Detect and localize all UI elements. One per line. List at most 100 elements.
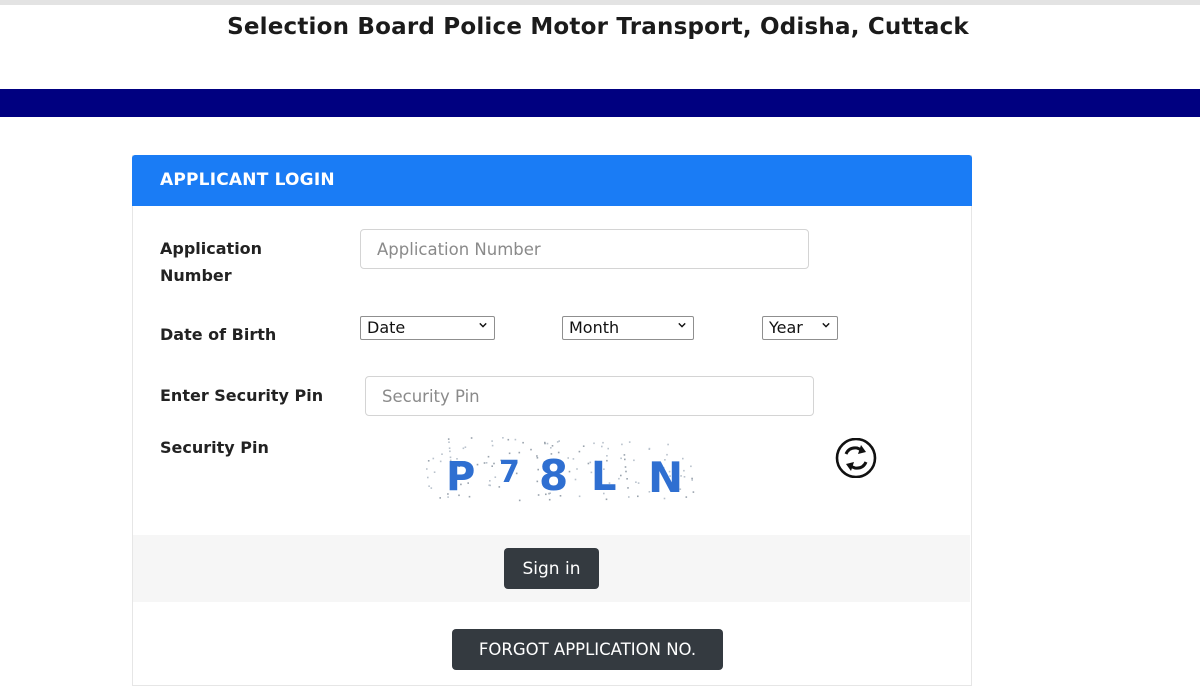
captcha-noise-dot bbox=[568, 470, 571, 473]
captcha-noise-dot bbox=[439, 497, 441, 499]
captcha-noise-dot bbox=[692, 491, 695, 493]
chevron-down-icon bbox=[479, 322, 487, 328]
captcha-noise-dot bbox=[625, 470, 627, 473]
captcha-noise-dot bbox=[587, 462, 590, 465]
captcha-image: P78LN bbox=[426, 437, 695, 502]
captcha-noise-dot bbox=[690, 465, 692, 468]
captcha-noise-dot bbox=[489, 480, 491, 482]
month-select[interactable]: Month bbox=[562, 316, 694, 340]
security-pin-input-label: Enter Security Pin bbox=[160, 386, 324, 405]
card-header: APPLICANT LOGIN bbox=[132, 155, 972, 206]
captcha-noise-dot bbox=[601, 445, 603, 448]
captcha-noise-dot bbox=[448, 447, 451, 449]
application-number-label-line1: Application bbox=[160, 239, 263, 258]
captcha-noise-dot bbox=[685, 496, 688, 498]
application-number-input[interactable] bbox=[360, 229, 809, 269]
captcha-noise-dot bbox=[635, 481, 637, 483]
application-number-label: Application Number bbox=[160, 235, 262, 289]
captcha-noise-dot bbox=[620, 474, 622, 477]
date-select-value: Date bbox=[367, 318, 406, 337]
application-number-label-line2: Number bbox=[160, 266, 232, 285]
captcha-character: 8 bbox=[539, 451, 568, 500]
captcha-noise-dot bbox=[572, 458, 575, 460]
captcha-noise-dot bbox=[502, 437, 504, 439]
top-border bbox=[0, 0, 1200, 5]
captcha-noise-dot bbox=[462, 447, 465, 450]
captcha-noise-dot bbox=[578, 495, 581, 498]
captcha-noise-dot bbox=[627, 487, 629, 489]
captcha-noise-dot bbox=[508, 452, 511, 455]
captcha-noise-dot bbox=[536, 457, 539, 459]
captcha-noise-dot bbox=[546, 442, 549, 445]
captcha-noise-dot bbox=[574, 478, 577, 481]
captcha-noise-dot bbox=[621, 443, 623, 446]
captcha-noise-dot bbox=[683, 476, 686, 478]
refresh-icon[interactable] bbox=[835, 438, 877, 478]
captcha-noise-dot bbox=[476, 463, 479, 466]
captcha-noise-dot bbox=[493, 462, 495, 465]
captcha-noise-dot bbox=[637, 495, 639, 498]
captcha-noise-dot bbox=[491, 444, 494, 447]
captcha-noise-dot bbox=[558, 440, 560, 442]
captcha-noise-dot bbox=[633, 459, 635, 462]
captcha-noise-dot bbox=[667, 443, 669, 446]
captcha-noise-dot bbox=[623, 454, 626, 456]
captcha-noise-dot bbox=[648, 448, 651, 450]
captcha-noise-dot bbox=[551, 445, 554, 447]
captcha-noise-dot bbox=[530, 448, 532, 451]
captcha-noise-dot bbox=[628, 441, 631, 443]
captcha-noise-dot bbox=[507, 438, 510, 441]
captcha-noise-dot bbox=[624, 466, 627, 468]
captcha-noise-dot bbox=[491, 440, 493, 442]
captcha-noise-dot bbox=[426, 468, 428, 470]
captcha-noise-dot bbox=[514, 438, 517, 441]
captcha-noise-dot bbox=[427, 460, 430, 462]
captcha-noise-dot bbox=[624, 458, 626, 461]
captcha-noise-dot bbox=[607, 447, 609, 450]
captcha-noise-dot bbox=[428, 485, 430, 487]
captcha-noise-dot bbox=[593, 442, 595, 445]
site-title: Selection Board Police Motor Transport, … bbox=[227, 14, 969, 40]
year-select[interactable]: Year bbox=[762, 316, 838, 340]
sign-in-button[interactable]: Sign in bbox=[504, 548, 599, 589]
captcha-noise-dot bbox=[544, 441, 546, 444]
captcha-noise-dot bbox=[518, 499, 521, 502]
captcha-noise-dot bbox=[602, 441, 604, 444]
captcha-noise-dot bbox=[432, 457, 435, 460]
captcha-noise-dot bbox=[491, 465, 493, 467]
security-pin-input[interactable] bbox=[365, 376, 814, 416]
captcha-noise-dot bbox=[433, 471, 436, 473]
month-select-value: Month bbox=[569, 318, 620, 337]
captcha-noise-dot bbox=[626, 478, 628, 480]
captcha-noise-dot bbox=[448, 441, 450, 443]
captcha-character: P bbox=[446, 454, 475, 500]
captcha-noise-dot bbox=[550, 447, 552, 449]
navbar bbox=[0, 89, 1200, 117]
captcha-noise-dot bbox=[578, 450, 581, 453]
captcha-noise-dot bbox=[582, 445, 585, 447]
captcha-characters: P78LN bbox=[446, 451, 683, 502]
captcha-noise-dot bbox=[518, 451, 521, 454]
captcha-noise-dot bbox=[536, 455, 538, 457]
captcha-noise-dot bbox=[536, 480, 539, 483]
captcha-noise-dot bbox=[556, 441, 559, 443]
captcha-noise-dot bbox=[691, 477, 693, 480]
captcha-noise-dot bbox=[487, 455, 490, 458]
captcha-noise-dot bbox=[637, 482, 640, 484]
chevron-down-icon bbox=[678, 322, 686, 328]
captcha-noise-dot bbox=[618, 477, 620, 480]
captcha-noise-dot bbox=[464, 446, 467, 448]
captcha-noise-dot bbox=[427, 476, 429, 479]
chevron-down-icon bbox=[822, 322, 830, 328]
captcha-noise-dot bbox=[430, 487, 433, 489]
year-select-value: Year bbox=[769, 318, 803, 337]
captcha-noise-dot bbox=[576, 468, 578, 470]
date-of-birth-label: Date of Birth bbox=[160, 325, 277, 344]
captcha-noise-dot bbox=[494, 476, 497, 478]
captcha-character: L bbox=[591, 454, 617, 500]
captcha-label: Security Pin bbox=[160, 438, 269, 457]
forgot-application-number-button[interactable]: FORGOT APPLICATION NO. bbox=[452, 629, 723, 670]
captcha-noise-dot bbox=[470, 437, 473, 439]
date-select[interactable]: Date bbox=[360, 316, 495, 340]
captcha-noise-dot bbox=[691, 479, 693, 481]
